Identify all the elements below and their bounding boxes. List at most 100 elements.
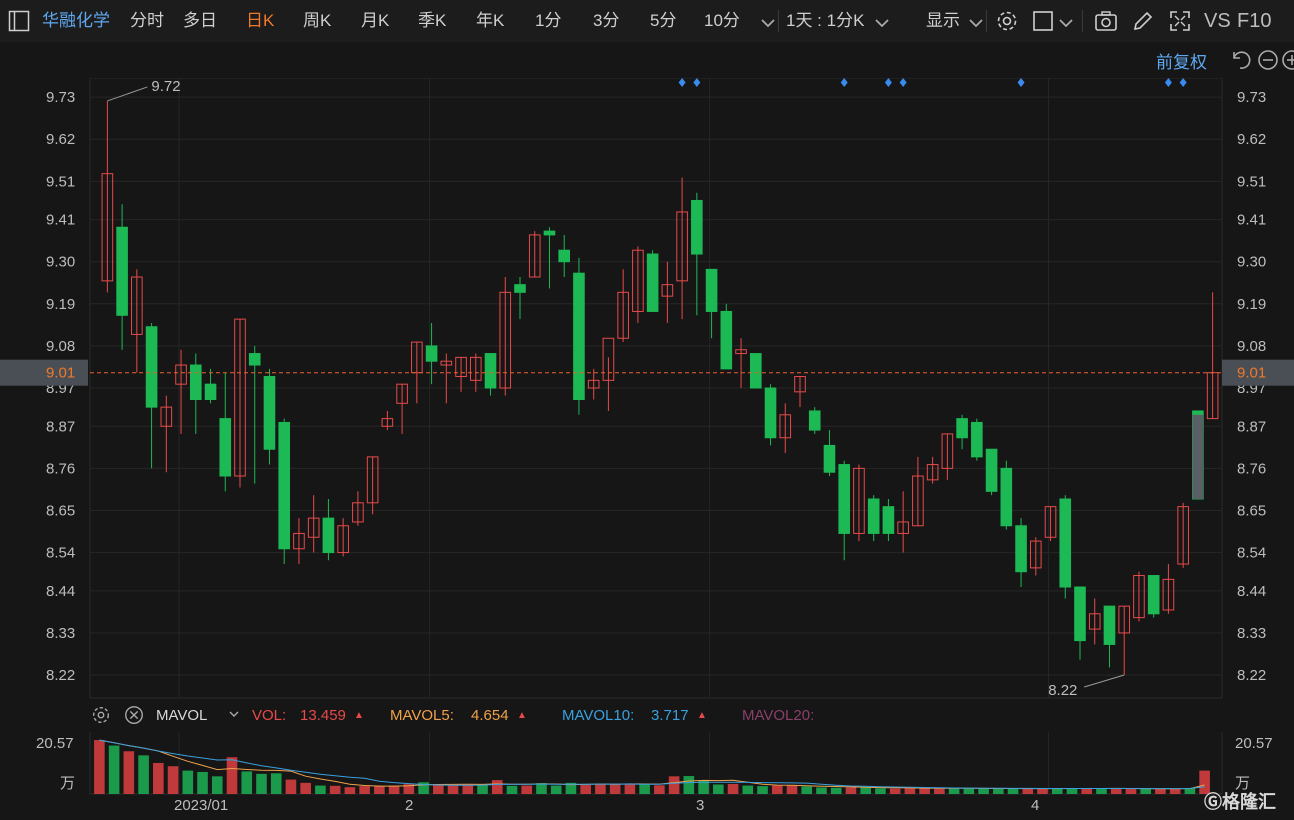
candle-body[interactable] (1147, 575, 1160, 615)
tab-period-6[interactable]: 年K (476, 0, 504, 42)
chevron-down-icon[interactable] (756, 11, 776, 35)
sidebar-toggle-icon[interactable] (8, 10, 32, 34)
candle-body[interactable] (1103, 605, 1116, 645)
volume-bar (786, 785, 798, 794)
volume-bar (491, 780, 503, 794)
candle-body[interactable] (867, 498, 880, 534)
fullscreen-icon[interactable] (1168, 9, 1192, 33)
volume-chart[interactable]: 20.57 20.57万万 (0, 732, 1294, 796)
volume-bar (624, 783, 636, 794)
display-menu[interactable]: 显示 (926, 0, 960, 42)
event-marker-icon[interactable] (1017, 78, 1025, 87)
pencil-draw-icon[interactable] (1131, 9, 1155, 33)
indicator-close-icon[interactable] (123, 704, 145, 728)
volume-bar (374, 785, 385, 794)
mavol-legend: MAVOL VOL: 13.459 ▲ MAVOL5: 4.654 ▲ MAVO… (0, 700, 1294, 732)
volume-bar (433, 784, 444, 794)
candle-body[interactable] (558, 249, 571, 263)
candle-body[interactable] (484, 353, 497, 389)
candle-body[interactable] (808, 410, 821, 431)
stock-name[interactable]: 华融化学 (42, 0, 110, 42)
period-combo[interactable]: 1天 : 1分K (786, 0, 864, 42)
tab-period-10[interactable]: 10分 (704, 0, 740, 42)
combo-chevron-icon[interactable] (870, 11, 890, 35)
candle-body[interactable] (838, 464, 851, 534)
candlestick-chart[interactable]: 9.73 9.73 9.62 9.62 9.51 9.51 9.41 9.41 9.30 9.30… (0, 78, 1294, 700)
candle-body[interactable] (956, 418, 968, 439)
volume-bar (1007, 788, 1019, 794)
volume-bar (226, 757, 238, 794)
event-marker-icon[interactable] (840, 78, 848, 87)
indicator-chevron-icon[interactable] (226, 702, 244, 734)
candle-body[interactable] (764, 387, 777, 439)
undo-icon[interactable] (1228, 48, 1251, 70)
candle-body[interactable] (749, 353, 762, 389)
mavol20-label: MAVOL20: (742, 707, 815, 724)
candle-body[interactable] (882, 506, 895, 534)
indicator-settings-icon[interactable] (90, 704, 112, 728)
indicator-name[interactable]: MAVOL (156, 700, 207, 732)
candle-body[interactable] (1000, 467, 1013, 527)
candle-body[interactable] (1074, 586, 1086, 642)
event-marker-icon[interactable] (899, 78, 907, 87)
y-tick-left: 8.22 (46, 667, 75, 684)
candle-body[interactable] (543, 230, 556, 236)
tab-period-8[interactable]: 3分 (593, 0, 619, 42)
volume-bar (388, 785, 400, 794)
candle-body[interactable] (823, 444, 836, 473)
candle-body[interactable] (1015, 525, 1027, 573)
tab-period-5[interactable]: 季K (418, 0, 446, 42)
candle-body[interactable] (145, 326, 158, 408)
vs-button[interactable]: VS (1204, 0, 1231, 42)
tab-period-2[interactable]: 日K (246, 0, 274, 42)
tab-period-7[interactable]: 1分 (535, 0, 561, 42)
window-chevron-icon[interactable] (1054, 11, 1074, 35)
volume-bar (963, 788, 975, 794)
candle-body[interactable] (720, 310, 733, 370)
tab-period-1[interactable]: 多日 (183, 0, 217, 42)
candle-body[interactable] (322, 517, 335, 554)
candle-body[interactable] (116, 226, 128, 316)
candle-body[interactable] (219, 418, 232, 477)
adjust-mode-button[interactable]: 前复权 (1156, 48, 1207, 73)
candle-body[interactable] (691, 199, 703, 255)
tab-period-9[interactable]: 5分 (650, 0, 676, 42)
candle-body[interactable] (425, 345, 438, 362)
tab-period-4[interactable]: 月K (361, 0, 389, 42)
candle-body[interactable] (646, 253, 659, 312)
y-tick-right: 9.19 (1237, 296, 1266, 313)
event-marker-icon[interactable] (678, 78, 686, 87)
zoom-out-icon[interactable] (1256, 48, 1278, 70)
candle-body[interactable] (263, 376, 276, 450)
candle-body[interactable] (278, 421, 291, 550)
toolbar: 华融化学 分时 多日 日K 周K 月K 季K 年K 1分 3分 5分 10分 1天 : 1分K 显示… (0, 0, 1294, 42)
event-marker-icon[interactable] (1164, 78, 1172, 87)
candle-body[interactable] (1059, 498, 1072, 588)
volume-bar (1051, 788, 1063, 794)
tab-period-0[interactable]: 分时 (130, 0, 164, 42)
display-chevron-icon[interactable] (964, 11, 984, 35)
event-marker-icon[interactable] (884, 78, 892, 87)
volume-bar (300, 782, 311, 794)
candle-body[interactable] (189, 364, 202, 400)
event-marker-icon[interactable] (693, 78, 701, 87)
candle-body[interactable] (705, 268, 718, 312)
f10-button[interactable]: F10 (1237, 0, 1271, 42)
candle-body[interactable] (573, 272, 585, 400)
candle-body[interactable] (204, 383, 217, 400)
camera-icon[interactable] (1094, 9, 1118, 33)
candle-body[interactable] (985, 448, 998, 492)
y-tick-left: 8.65 (46, 502, 75, 519)
event-marker-icon[interactable] (1179, 78, 1187, 87)
candle-body[interactable] (248, 353, 261, 366)
settings-gear-icon[interactable] (995, 9, 1019, 33)
candle-body[interactable] (971, 421, 983, 458)
zoom-in-icon[interactable] (1280, 48, 1294, 70)
volume-bar (875, 788, 886, 794)
candle-body[interactable] (514, 284, 526, 293)
window-box-icon[interactable] (1032, 9, 1056, 33)
tab-period-3[interactable]: 周K (303, 0, 331, 42)
volume-bar (860, 787, 871, 794)
volume-bar (727, 783, 739, 794)
y-tick-right: 9.62 (1237, 131, 1266, 148)
